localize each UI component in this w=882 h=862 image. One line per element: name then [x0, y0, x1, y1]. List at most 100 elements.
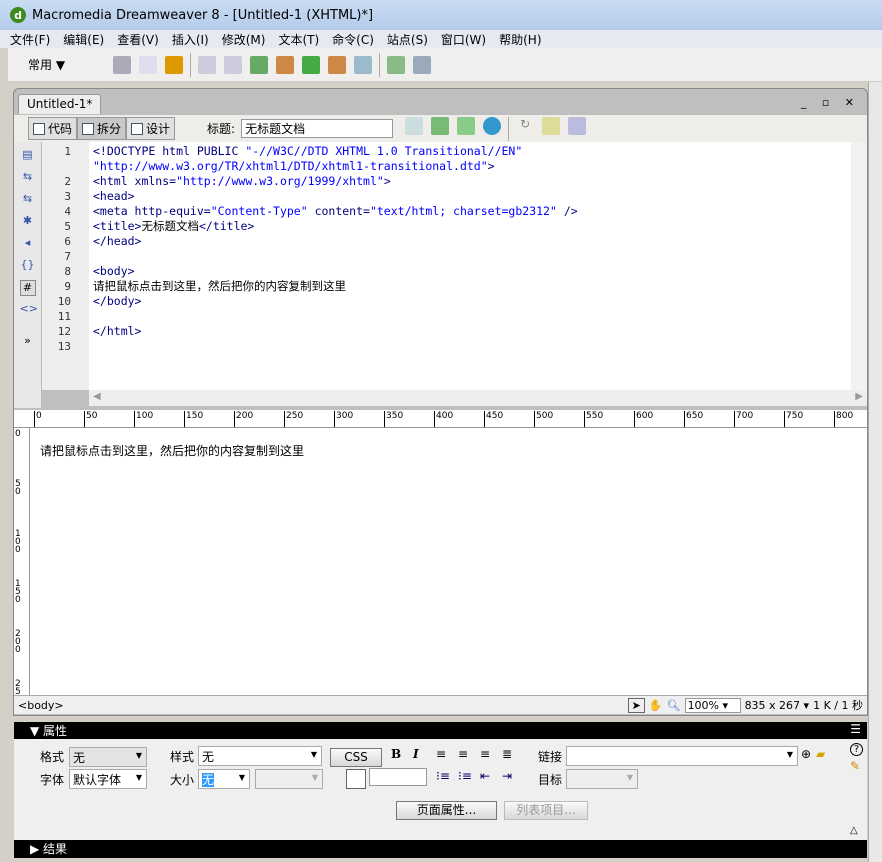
- image-icon[interactable]: [250, 55, 269, 74]
- validate-icon[interactable]: [431, 116, 450, 135]
- menu-item[interactable]: 命令(C): [332, 31, 374, 48]
- refresh-icon[interactable]: ↻: [516, 117, 534, 135]
- collapse-panel-icon[interactable]: △: [850, 825, 858, 836]
- insert-category-dropdown[interactable]: 常用 ▼: [28, 56, 65, 73]
- menu-item[interactable]: 插入(I): [172, 31, 209, 48]
- dreamweaver-logo-icon: d: [10, 7, 26, 23]
- expand-all-icon[interactable]: ✱: [20, 214, 36, 230]
- code-editor[interactable]: <!DOCTYPE html PUBLIC "-//W3C//DTD XHTML…: [89, 142, 851, 390]
- bold-button[interactable]: B: [391, 747, 401, 761]
- document-tab[interactable]: Untitled-1*: [18, 94, 102, 114]
- head-icon[interactable]: [413, 55, 432, 74]
- tag-selector[interactable]: <body>: [18, 699, 64, 712]
- help-icon[interactable]: ?: [850, 743, 863, 756]
- templates-icon[interactable]: [387, 55, 406, 74]
- align-center-icon[interactable]: ≡: [458, 747, 468, 761]
- menu-item[interactable]: 帮助(H): [499, 31, 541, 48]
- point-to-file-icon[interactable]: ⊕: [801, 747, 811, 761]
- target-select: [566, 769, 638, 789]
- target-label: 目标: [538, 773, 563, 787]
- vruler-tick: 150: [15, 579, 21, 605]
- tag-chooser-icon[interactable]: [354, 55, 373, 74]
- ordered-list-icon[interactable]: ⁝≡: [458, 769, 472, 783]
- code-token: </body>: [93, 294, 142, 308]
- collapse-selection-icon[interactable]: ⇆: [20, 192, 36, 208]
- vruler-tick: 200: [15, 629, 21, 655]
- pointer-tool-icon[interactable]: ➤: [627, 697, 645, 713]
- window-controls[interactable]: _ ▫ ✕: [801, 96, 860, 109]
- open-documents-icon[interactable]: ▤: [20, 148, 36, 164]
- list-item-button: 列表项目...: [504, 801, 588, 820]
- vruler-tick: 50: [15, 479, 21, 497]
- page-properties-button[interactable]: 页面属性...: [396, 801, 497, 820]
- ruler-tick: 700: [734, 411, 753, 427]
- code-view-button[interactable]: 代码: [28, 117, 78, 140]
- hand-tool-icon[interactable]: ✋: [649, 699, 663, 712]
- zoom-select[interactable]: 100% ▾: [684, 697, 741, 713]
- code-token: <head>: [93, 189, 135, 203]
- indent-icon[interactable]: ⇥: [502, 769, 512, 783]
- preview-browser-icon[interactable]: [483, 116, 502, 135]
- italic-button[interactable]: I: [413, 747, 419, 761]
- design-view[interactable]: 请把鼠标点击到这里，然后把你的内容复制到这里: [30, 428, 867, 695]
- ruler-tick: 250: [284, 411, 303, 427]
- unordered-list-icon[interactable]: ⁝≡: [436, 769, 450, 783]
- date-icon[interactable]: [302, 55, 321, 74]
- split-view-button[interactable]: 拆分: [77, 117, 127, 140]
- select-parent-tag-icon[interactable]: ◂: [20, 236, 36, 252]
- font-select[interactable]: 默认字体: [69, 769, 147, 789]
- outdent-icon[interactable]: ⇤: [480, 769, 490, 783]
- div-icon[interactable]: [224, 55, 243, 74]
- panel-options-icon[interactable]: ☰: [850, 722, 861, 736]
- view-options-icon[interactable]: [542, 116, 561, 135]
- code-line: <html xmlns="http://www.w3.org/1999/xhtm…: [93, 174, 847, 189]
- menu-item[interactable]: 文件(F): [10, 31, 50, 48]
- menu-bar: 文件(F) 编辑(E) 查看(V) 插入(I) 修改(M) 文本(T) 命令(C) 站点(S)…: [0, 30, 882, 48]
- code-token: "text/html; charset=gb2312": [369, 204, 557, 218]
- css-button[interactable]: CSS: [330, 748, 382, 767]
- window-size-dropdown[interactable]: 835 x 267 ▾: [745, 699, 810, 712]
- design-body-text[interactable]: 请把鼠标点击到这里，然后把你的内容复制到这里: [40, 444, 304, 458]
- align-left-icon[interactable]: ≡: [436, 747, 446, 761]
- menu-item[interactable]: 文本(T): [278, 31, 319, 48]
- code-vertical-scrollbar[interactable]: [851, 142, 867, 390]
- properties-panel-header[interactable]: ▼ 属性 ☰: [14, 722, 867, 739]
- file-management-icon[interactable]: [457, 116, 476, 135]
- more-tools-icon[interactable]: »: [20, 334, 36, 350]
- menu-item[interactable]: 修改(M): [222, 31, 266, 48]
- menu-item[interactable]: 编辑(E): [63, 31, 104, 48]
- quick-tag-editor-icon[interactable]: ✎: [850, 759, 860, 773]
- hyperlink-icon[interactable]: [113, 55, 132, 74]
- link-input[interactable]: [566, 746, 798, 766]
- code-horizontal-scrollbar[interactable]: ◀ ▶: [89, 390, 867, 406]
- style-select[interactable]: 无: [198, 746, 322, 766]
- align-right-icon[interactable]: ≡: [480, 747, 490, 761]
- design-view-button[interactable]: 设计: [126, 117, 176, 140]
- collapse-tag-icon[interactable]: ⇆: [20, 170, 36, 186]
- justify-icon[interactable]: ≣: [502, 747, 512, 761]
- zoom-tool-icon[interactable]: 🔍︎: [667, 699, 681, 712]
- document-title-input[interactable]: [241, 119, 394, 138]
- text-color-picker[interactable]: [346, 769, 366, 789]
- balance-braces-icon[interactable]: {}: [20, 258, 36, 274]
- menu-item[interactable]: 窗口(W): [441, 31, 486, 48]
- format-select[interactable]: 无: [69, 747, 147, 767]
- size-select[interactable]: 无: [198, 769, 250, 789]
- highlight-invalid-code-icon[interactable]: <>: [20, 302, 38, 318]
- line-numbers-icon[interactable]: #: [19, 280, 36, 296]
- menu-item[interactable]: 站点(S): [387, 31, 428, 48]
- text-color-input[interactable]: [369, 768, 427, 786]
- browse-folder-icon[interactable]: ▰: [816, 747, 825, 761]
- email-link-icon[interactable]: [139, 55, 158, 74]
- visual-aids-icon[interactable]: [568, 116, 587, 135]
- properties-panel: 格式 无 样式 无 CSS B I ≡ ≡ ≡ ≣ 链接 ⊕ ▰ ? ✎ 字体 …: [14, 739, 867, 840]
- style-label: 样式: [170, 750, 195, 764]
- media-icon[interactable]: [276, 55, 295, 74]
- table-icon[interactable]: [198, 55, 217, 74]
- results-panel-header[interactable]: ▶ 结果: [14, 840, 867, 858]
- named-anchor-icon[interactable]: [165, 55, 184, 74]
- browser-check-icon[interactable]: [405, 116, 424, 135]
- menu-item[interactable]: 查看(V): [117, 31, 159, 48]
- comment-icon[interactable]: [328, 55, 347, 74]
